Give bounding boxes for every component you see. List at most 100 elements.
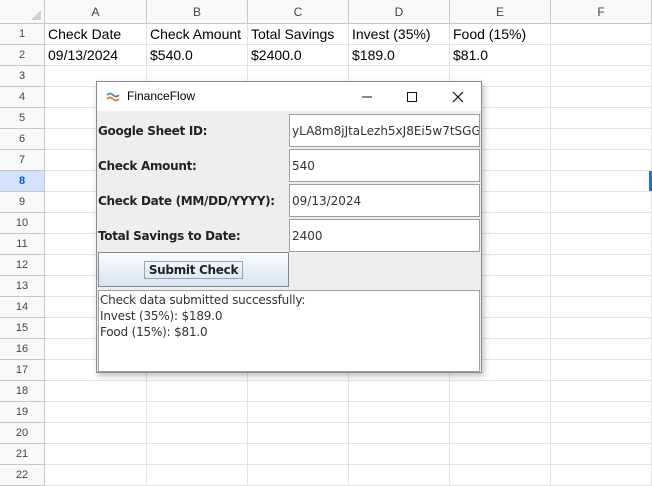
- column-header-c[interactable]: C: [248, 0, 349, 24]
- check-amount-label: Check Amount:: [98, 159, 197, 173]
- grid-cell[interactable]: [551, 24, 652, 45]
- grid-cell[interactable]: [551, 234, 652, 255]
- row-header-15[interactable]: 15: [0, 318, 45, 339]
- cell-e1[interactable]: Food (15%): [450, 24, 551, 45]
- grid-cell[interactable]: [147, 444, 248, 465]
- grid-cell[interactable]: [551, 150, 652, 171]
- minimize-button[interactable]: [344, 82, 390, 111]
- grid-cell[interactable]: [450, 444, 551, 465]
- grid-cell[interactable]: [551, 66, 652, 87]
- grid-cell[interactable]: [450, 465, 551, 486]
- row-header-7[interactable]: 7: [0, 150, 45, 171]
- grid-cell[interactable]: [551, 276, 652, 297]
- row-header-16[interactable]: 16: [0, 339, 45, 360]
- grid-cell[interactable]: [551, 360, 652, 381]
- cell-c1[interactable]: Total Savings: [248, 24, 349, 45]
- grid-cell[interactable]: [551, 87, 652, 108]
- grid-cell[interactable]: [248, 423, 349, 444]
- grid-cell[interactable]: [450, 402, 551, 423]
- output-line: Food (15%): $81.0: [100, 325, 208, 339]
- grid-cell[interactable]: [551, 444, 652, 465]
- check-date-field[interactable]: 09/13/2024: [289, 184, 480, 217]
- row-header-21[interactable]: 21: [0, 444, 45, 465]
- grid-cell[interactable]: [551, 318, 652, 339]
- row-header-13[interactable]: 13: [0, 276, 45, 297]
- grid-cell[interactable]: [248, 465, 349, 486]
- row-header-6[interactable]: 6: [0, 129, 45, 150]
- cell-a1[interactable]: Check Date: [45, 24, 147, 45]
- column-header-d[interactable]: D: [349, 0, 450, 24]
- column-header-f[interactable]: F: [551, 0, 652, 24]
- grid-cell[interactable]: [551, 255, 652, 276]
- grid-cell[interactable]: [551, 171, 652, 192]
- grid-cell[interactable]: [248, 444, 349, 465]
- grid-cell[interactable]: [147, 423, 248, 444]
- title-bar[interactable]: FinanceFlow: [97, 82, 481, 111]
- close-button[interactable]: [435, 82, 481, 111]
- grid-cell[interactable]: [349, 402, 450, 423]
- grid-cell[interactable]: [450, 423, 551, 444]
- row-header-1[interactable]: 1: [0, 24, 45, 45]
- grid-cell[interactable]: [551, 339, 652, 360]
- submit-check-label: Submit Check: [143, 260, 244, 279]
- grid-cell[interactable]: [551, 465, 652, 486]
- grid-cell[interactable]: [147, 465, 248, 486]
- cell-c2[interactable]: $2400.0: [248, 45, 349, 66]
- cell-d1[interactable]: Invest (35%): [349, 24, 450, 45]
- grid-cell[interactable]: [551, 108, 652, 129]
- grid-cell[interactable]: [349, 444, 450, 465]
- row-header-19[interactable]: 19: [0, 402, 45, 423]
- cell-a2[interactable]: 09/13/2024: [45, 45, 147, 66]
- row-header-11[interactable]: 11: [0, 234, 45, 255]
- row-header-2[interactable]: 2: [0, 45, 45, 66]
- sheet-id-field[interactable]: yLA8m8jJtaLezh5xJ8Ei5w7tSGGM: [289, 114, 480, 147]
- row-header-5[interactable]: 5: [0, 108, 45, 129]
- grid-cell[interactable]: [248, 381, 349, 402]
- grid-cell[interactable]: [45, 381, 147, 402]
- total-savings-field[interactable]: 2400: [289, 219, 480, 252]
- check-amount-field[interactable]: 540: [289, 149, 480, 182]
- submit-check-button[interactable]: Submit Check: [98, 252, 289, 287]
- row-header-3[interactable]: 3: [0, 66, 45, 87]
- row-header-18[interactable]: 18: [0, 381, 45, 402]
- maximize-button[interactable]: [389, 82, 435, 111]
- row-header-14[interactable]: 14: [0, 297, 45, 318]
- grid-cell[interactable]: [45, 465, 147, 486]
- select-all-corner[interactable]: [0, 0, 45, 24]
- grid-cell[interactable]: [147, 402, 248, 423]
- grid-cell[interactable]: [45, 423, 147, 444]
- row-header-17[interactable]: 17: [0, 360, 45, 381]
- grid-cell[interactable]: [551, 45, 652, 66]
- grid-cell[interactable]: [147, 381, 248, 402]
- cell-b2[interactable]: $540.0: [147, 45, 248, 66]
- grid-cell[interactable]: [450, 381, 551, 402]
- grid-cell[interactable]: [551, 192, 652, 213]
- row-header-8[interactable]: 8: [0, 171, 45, 192]
- row-header-20[interactable]: 20: [0, 423, 45, 444]
- grid-cell[interactable]: [349, 465, 450, 486]
- grid-cell[interactable]: [551, 381, 652, 402]
- row-header-10[interactable]: 10: [0, 213, 45, 234]
- grid-cell[interactable]: [349, 423, 450, 444]
- cell-b1[interactable]: Check Amount: [147, 24, 248, 45]
- grid-cell[interactable]: [551, 129, 652, 150]
- column-header-b[interactable]: B: [147, 0, 248, 24]
- row-header-22[interactable]: 22: [0, 465, 45, 486]
- column-header-e[interactable]: E: [450, 0, 551, 24]
- row-header-12[interactable]: 12: [0, 255, 45, 276]
- row-header-4[interactable]: 4: [0, 87, 45, 108]
- grid-cell[interactable]: [551, 213, 652, 234]
- cell-e2[interactable]: $81.0: [450, 45, 551, 66]
- cell-d2[interactable]: $189.0: [349, 45, 450, 66]
- grid-cell[interactable]: [551, 423, 652, 444]
- grid-cell[interactable]: [551, 297, 652, 318]
- output-text-area[interactable]: Check data submitted successfully: Inves…: [98, 290, 480, 372]
- grid-cell[interactable]: [45, 402, 147, 423]
- grid-cell[interactable]: [349, 381, 450, 402]
- check-date-label: Check Date (MM/DD/YYYY):: [98, 194, 275, 208]
- column-header-a[interactable]: A: [45, 0, 147, 24]
- row-header-9[interactable]: 9: [0, 192, 45, 213]
- grid-cell[interactable]: [551, 402, 652, 423]
- grid-cell[interactable]: [45, 444, 147, 465]
- grid-cell[interactable]: [248, 402, 349, 423]
